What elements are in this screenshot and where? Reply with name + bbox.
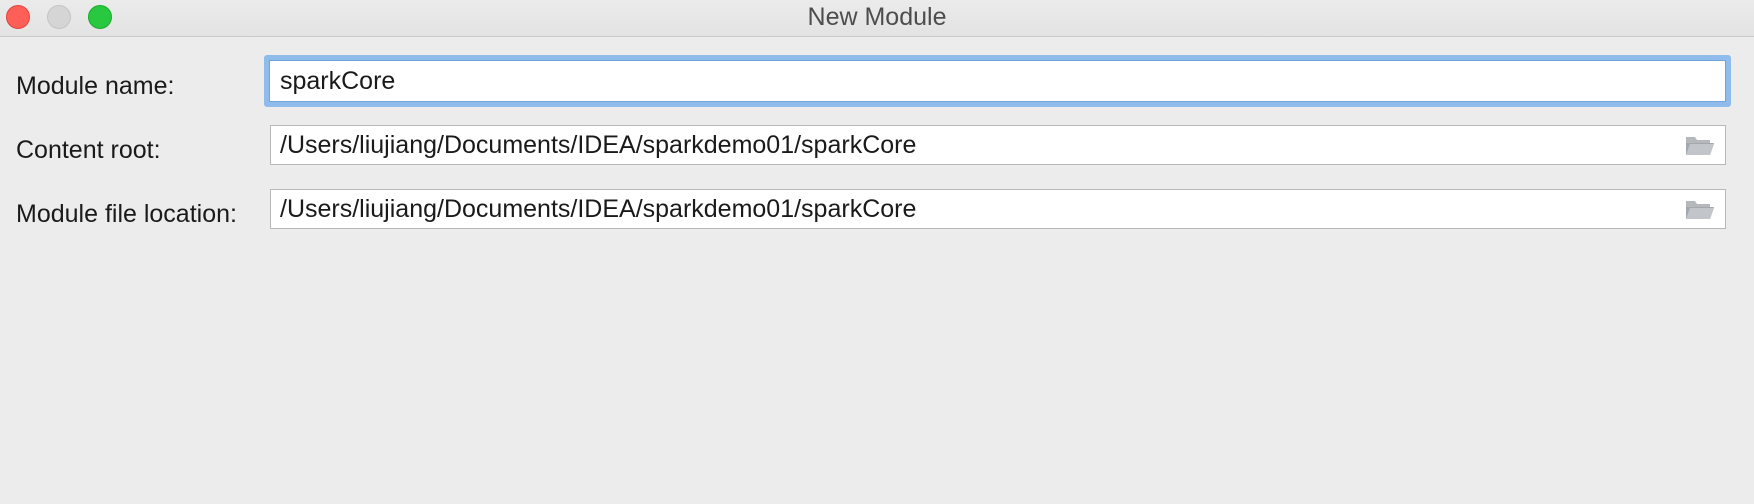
content-root-input[interactable]: /Users/liujiang/Documents/IDEA/sparkdemo…	[270, 125, 1726, 165]
folder-open-icon[interactable]	[1685, 198, 1715, 220]
folder-open-icon[interactable]	[1685, 134, 1715, 156]
module-file-location-label: Module file location:	[16, 200, 237, 228]
new-module-dialog: New Module Module name: sparkCore Conten…	[0, 0, 1754, 504]
content-root-value: /Users/liujiang/Documents/IDEA/sparkdemo…	[280, 131, 917, 159]
content-root-label: Content root:	[16, 136, 161, 164]
module-name-label: Module name:	[16, 72, 175, 100]
title-bar[interactable]: New Module	[0, 0, 1754, 37]
module-name-value: sparkCore	[280, 67, 396, 95]
window-title: New Module	[807, 3, 947, 31]
module-name-input[interactable]: sparkCore	[264, 55, 1731, 107]
module-file-location-value: /Users/liujiang/Documents/IDEA/sparkdemo…	[280, 195, 917, 223]
module-file-location-input[interactable]: /Users/liujiang/Documents/IDEA/sparkdemo…	[270, 189, 1726, 229]
